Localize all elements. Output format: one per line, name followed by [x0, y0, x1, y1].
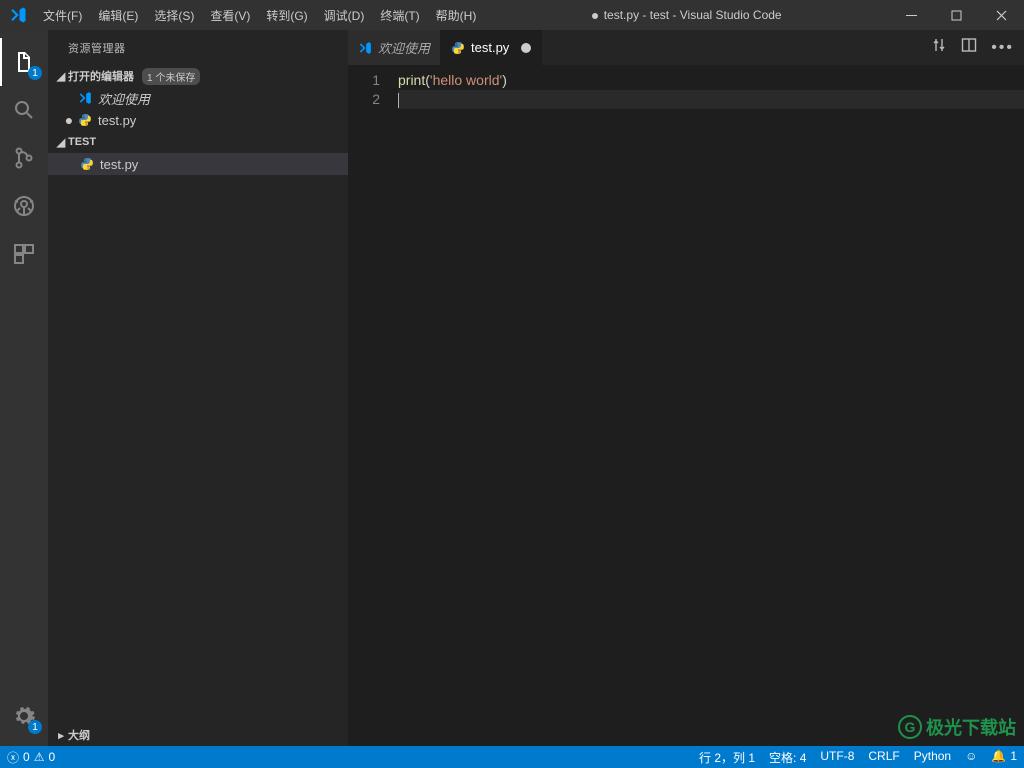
status-eol[interactable]: CRLF: [861, 749, 906, 763]
outline-header[interactable]: ▸ 大纲: [48, 724, 348, 746]
python-icon: [451, 41, 465, 55]
menu-view[interactable]: 查看(V): [202, 0, 258, 30]
editor-group: 欢迎使用 test.py ••• 1 2 print('hello world'…: [348, 30, 1024, 746]
code-area[interactable]: print('hello world'): [398, 71, 1024, 746]
linenum: 2: [348, 90, 380, 109]
open-editor-welcome[interactable]: 欢迎使用: [48, 87, 348, 109]
open-editor-label: 欢迎使用: [98, 89, 150, 108]
menu-debug[interactable]: 调试(D): [316, 0, 373, 30]
compare-icon[interactable]: [931, 37, 947, 58]
chevron-right-icon: ▸: [54, 729, 68, 742]
menu-bar: 文件(F) 编辑(E) 选择(S) 查看(V) 转到(G) 调试(D) 终端(T…: [35, 0, 484, 30]
chevron-down-icon: ◢: [54, 136, 68, 149]
warning-count: 0: [48, 750, 55, 764]
chevron-down-icon: ◢: [54, 70, 68, 83]
open-editor-label: test.py: [98, 113, 136, 128]
file-item-label: test.py: [100, 157, 138, 172]
app-logo-icon: [0, 6, 35, 24]
outline-label: 大纲: [68, 727, 90, 743]
text-cursor: [398, 93, 399, 108]
menu-file[interactable]: 文件(F): [35, 0, 90, 30]
window-title-text: test.py - test - Visual Studio Code: [604, 8, 782, 22]
editor-body[interactable]: 1 2 print('hello world'): [348, 71, 1024, 746]
code-line[interactable]: print('hello world'): [398, 71, 1024, 90]
status-language[interactable]: Python: [907, 749, 958, 763]
warning-icon: ⚠: [34, 750, 45, 764]
maximize-button[interactable]: [934, 0, 979, 30]
activity-extensions[interactable]: [0, 230, 48, 278]
activity-debug[interactable]: [0, 182, 48, 230]
more-icon[interactable]: •••: [991, 39, 1014, 57]
modified-dot-icon: [592, 13, 598, 19]
menu-help[interactable]: 帮助(H): [428, 0, 485, 30]
split-editor-icon[interactable]: [961, 37, 977, 58]
status-bar: ⓧ0 ⚠0 行 2，列 1 空格: 4 UTF-8 CRLF Python ☺ …: [0, 746, 1024, 768]
window-controls: [889, 0, 1024, 30]
file-item-testpy[interactable]: test.py: [48, 153, 348, 175]
open-editors-header[interactable]: ◢ 打开的编辑器 1 个未保存: [48, 65, 348, 87]
menu-go[interactable]: 转到(G): [258, 0, 315, 30]
bell-icon: 🔔: [991, 749, 1006, 763]
activity-scm[interactable]: [0, 134, 48, 182]
folder-header[interactable]: ◢ TEST: [48, 131, 348, 153]
tab-label: test.py: [471, 40, 509, 55]
minimize-button[interactable]: [889, 0, 934, 30]
vscode-icon: [76, 91, 94, 105]
explorer-sidebar: 资源管理器 ◢ 打开的编辑器 1 个未保存 欢迎使用 ● test.py ◢ T…: [48, 30, 348, 746]
tab-welcome[interactable]: 欢迎使用: [348, 30, 441, 65]
linenum: 1: [348, 71, 380, 90]
vscode-icon: [358, 41, 372, 55]
error-icon: ⓧ: [7, 749, 19, 766]
python-icon: [78, 157, 96, 171]
sidebar-title: 资源管理器: [48, 30, 348, 65]
activity-settings[interactable]: 1: [0, 692, 48, 740]
activity-bar: 1 1: [0, 30, 48, 746]
explorer-badge: 1: [28, 66, 42, 80]
close-button[interactable]: [979, 0, 1024, 30]
open-editors-label: 打开的编辑器: [68, 68, 134, 84]
window-title: test.py - test - Visual Studio Code: [484, 8, 889, 22]
menu-selection[interactable]: 选择(S): [146, 0, 202, 30]
unsaved-badge: 1 个未保存: [142, 68, 200, 85]
tab-label: 欢迎使用: [378, 38, 430, 57]
folder-label: TEST: [68, 136, 96, 148]
activity-explorer[interactable]: 1: [0, 38, 48, 86]
line-gutter: 1 2: [348, 71, 398, 746]
python-icon: [76, 113, 94, 127]
tab-bar: 欢迎使用 test.py •••: [348, 30, 1024, 65]
title-bar: 文件(F) 编辑(E) 选择(S) 查看(V) 转到(G) 调试(D) 终端(T…: [0, 0, 1024, 30]
status-spaces[interactable]: 空格: 4: [762, 749, 813, 766]
open-editor-testpy[interactable]: ● test.py: [48, 109, 348, 131]
status-cursor[interactable]: 行 2，列 1: [692, 749, 762, 766]
menu-terminal[interactable]: 终端(T): [372, 0, 427, 30]
activity-search[interactable]: [0, 86, 48, 134]
tab-testpy[interactable]: test.py: [441, 30, 542, 65]
dirty-dot-icon: ●: [62, 112, 76, 128]
status-notifications[interactable]: 🔔1: [984, 749, 1024, 763]
status-problems[interactable]: ⓧ0 ⚠0: [0, 746, 62, 768]
error-count: 0: [23, 750, 30, 764]
status-feedback[interactable]: ☺: [958, 749, 984, 763]
notification-count: 1: [1010, 749, 1017, 763]
dirty-dot-icon: [521, 43, 531, 53]
status-encoding[interactable]: UTF-8: [813, 749, 861, 763]
settings-badge: 1: [28, 720, 42, 734]
code-line-current[interactable]: [398, 90, 1024, 109]
tab-actions: •••: [921, 30, 1024, 65]
menu-edit[interactable]: 编辑(E): [90, 0, 146, 30]
